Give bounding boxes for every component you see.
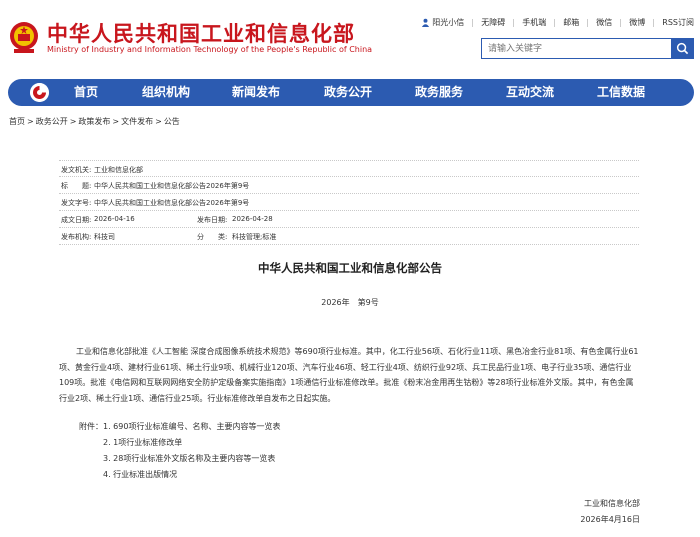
top-link-mail[interactable]: 邮箱 — [563, 17, 579, 28]
meta-label: 标 题: — [61, 182, 92, 190]
meta-label: 发文字号: — [61, 199, 92, 207]
list-item: 附件：1. 690项行业标准编号、名称、主要内容等一览表 — [79, 421, 280, 437]
meta-label: 发文机关: — [61, 166, 92, 174]
breadcrumb-separator: > — [155, 117, 162, 126]
document-metadata: 发文机关: 工业和信息化部 标 题: 中华人民共和国工业和信息化部公告2026年… — [59, 160, 639, 245]
meta-value: 科技管理;标准 — [232, 233, 277, 241]
meta-value: 科技司 — [94, 233, 115, 241]
search-input[interactable] — [481, 38, 671, 59]
meta-value: 中华人民共和国工业和信息化部公告2026年第9号 — [94, 182, 250, 190]
breadcrumb-separator: > — [27, 117, 34, 126]
nav-news[interactable]: 新闻发布 — [232, 79, 280, 106]
breadcrumb: 首页 > 政务公开 > 政策发布 > 文件发布 > 公告 — [9, 116, 180, 127]
search-icon — [676, 42, 689, 55]
top-link-label: 微信 — [596, 18, 613, 27]
meta-label: 发布机构: — [61, 233, 92, 241]
nav-interaction[interactable]: 互动交流 — [506, 79, 554, 106]
meta-label: 发布日期: — [197, 216, 228, 224]
document-body: 工业和信息化部批准《人工智能 深度合成图像系统技术规范》等690项行业标准。其中… — [59, 347, 639, 403]
attachment-link[interactable]: 1. 690项行业标准编号、名称、主要内容等一览表 — [103, 422, 280, 431]
breadcrumb-policy[interactable]: 政策发布 — [78, 117, 110, 126]
nav-government-affairs[interactable]: 政务公开 — [324, 79, 372, 106]
breadcrumb-government-affairs[interactable]: 政务公开 — [36, 117, 68, 126]
divider — [554, 18, 556, 27]
breadcrumb-announcements[interactable]: 公告 — [164, 117, 180, 126]
attachments-label: 附件： — [79, 422, 103, 431]
divider — [620, 18, 622, 27]
nav-services[interactable]: 政务服务 — [415, 79, 463, 106]
list-item: 2. 1项行业标准修改单 — [79, 437, 280, 453]
top-link-label: 微博 — [629, 18, 646, 27]
signature-date: 2026年4月16日 — [580, 515, 640, 524]
nav-home[interactable]: 首页 — [74, 79, 98, 106]
meta-value: 2026-04-16 — [94, 215, 135, 223]
list-item: 4. 行业标准出版情况 — [79, 469, 280, 485]
breadcrumb-separator: > — [69, 117, 77, 126]
search-button[interactable] — [671, 38, 694, 59]
top-link-label: 邮箱 — [563, 18, 580, 27]
national-emblem-icon — [10, 22, 38, 53]
document-title: 中华人民共和国工业和信息化部公告 — [258, 261, 442, 275]
meta-value: 工业和信息化部 — [94, 166, 143, 174]
meta-row-docno: 发文字号: 中华人民共和国工业和信息化部公告2026年第9号 — [59, 194, 639, 211]
attachments-list: 附件：1. 690项行业标准编号、名称、主要内容等一览表 2. 1项行业标准修改… — [79, 421, 280, 485]
top-link-mobile[interactable]: 手机端 — [522, 17, 546, 28]
divider — [587, 18, 589, 27]
breadcrumb-separator: > — [112, 117, 120, 126]
meta-row-dates: 成文日期: 2026-04-16 发布日期: 2026-04-28 — [59, 211, 639, 228]
attachment-link[interactable]: 4. 行业标准出版情况 — [103, 470, 177, 479]
top-links: 阳光小信 无障碍 手机端 邮箱 微信 微博 RSS订阅 — [421, 17, 694, 28]
site-subtitle: Ministry of Industry and Information Tec… — [47, 45, 373, 54]
signature-organization: 工业和信息化部 — [584, 499, 640, 508]
divider — [513, 18, 515, 27]
meta-row-issuer: 发文机关: 工业和信息化部 — [59, 160, 639, 177]
nav-data[interactable]: 工信数据 — [597, 79, 645, 106]
divider — [653, 18, 655, 27]
top-link-label: RSS订阅 — [662, 18, 694, 27]
divider — [472, 18, 474, 27]
top-link-label: 无障碍 — [481, 18, 506, 27]
site-title: 中华人民共和国工业和信息化部 — [47, 22, 355, 46]
breadcrumb-home[interactable]: 首页 — [9, 117, 25, 126]
attachment-link[interactable]: 3. 28项行业标准外文版名称及主要内容等一览表 — [103, 454, 275, 463]
nav-organization[interactable]: 组织机构 — [142, 79, 190, 106]
miit-logo-icon — [30, 83, 49, 102]
top-link-label: 阳光小信 — [432, 18, 465, 27]
main-nav: 首页 组织机构 新闻发布 政务公开 政务服务 互动交流 工信数据 — [8, 79, 694, 106]
document-number: 2026年 第9号 — [321, 298, 379, 307]
person-icon — [422, 18, 430, 27]
meta-label: 成文日期: — [61, 216, 92, 224]
list-item: 3. 28项行业标准外文版名称及主要内容等一览表 — [79, 453, 280, 469]
top-link-wechat[interactable]: 微信 — [596, 17, 612, 28]
meta-row-org: 发布机构: 科技司 分 类: 科技管理;标准 — [59, 228, 639, 245]
top-link-sunshine[interactable]: 阳光小信 — [421, 17, 464, 28]
meta-value: 中华人民共和国工业和信息化部公告2026年第9号 — [94, 199, 250, 207]
breadcrumb-documents[interactable]: 文件发布 — [121, 117, 153, 126]
top-link-label: 手机端 — [522, 18, 547, 27]
meta-label: 分 类: — [197, 233, 228, 241]
site-header: 中华人民共和国工业和信息化部 Ministry of Industry and … — [0, 0, 700, 78]
top-link-weibo[interactable]: 微博 — [629, 17, 645, 28]
top-link-accessibility[interactable]: 无障碍 — [481, 17, 505, 28]
meta-value: 2026-04-28 — [232, 215, 273, 223]
top-link-rss[interactable]: RSS订阅 — [662, 17, 694, 28]
search-bar — [481, 38, 694, 59]
meta-row-title: 标 题: 中华人民共和国工业和信息化部公告2026年第9号 — [59, 177, 639, 194]
attachment-link[interactable]: 2. 1项行业标准修改单 — [103, 438, 182, 447]
